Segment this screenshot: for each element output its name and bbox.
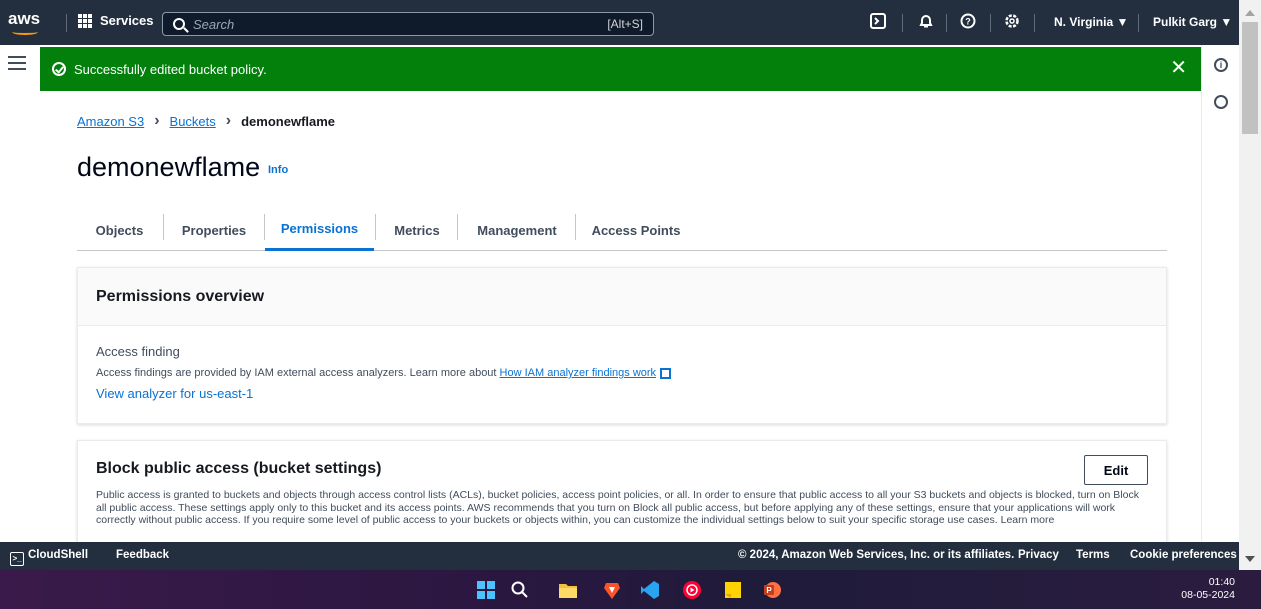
tab-metrics[interactable]: Metrics: [376, 209, 458, 251]
block-public-access-card: Block public access (bucket settings) Ed…: [77, 440, 1167, 550]
top-navigation: aws Services Search [Alt+S] ? N. Virgini…: [0, 0, 1239, 45]
tab-management[interactable]: Management: [458, 209, 576, 251]
permissions-overview-title: Permissions overview: [78, 268, 1166, 326]
sticky-notes-icon[interactable]: [723, 580, 743, 600]
nav-divider: [902, 14, 903, 32]
aws-logo[interactable]: aws: [8, 9, 52, 37]
services-button[interactable]: Services: [78, 13, 154, 28]
info-link[interactable]: Info: [268, 164, 288, 176]
cloudshell-icon: >_: [10, 552, 24, 566]
notifications-bell-icon[interactable]: [916, 13, 936, 33]
region-selector[interactable]: N. Virginia ▼: [1054, 15, 1128, 29]
clock-date: 08-05-2024: [1181, 589, 1235, 601]
search-placeholder: Search: [193, 16, 235, 32]
edit-button[interactable]: Edit: [1084, 455, 1148, 485]
search-input[interactable]: Search [Alt+S]: [162, 12, 654, 36]
clock-time: 01:40: [1208, 576, 1235, 588]
breadcrumb-separator-icon: ›: [154, 112, 160, 129]
success-flash-banner: Successfully edited bucket policy. ✕: [40, 47, 1201, 91]
search-icon[interactable]: [510, 580, 530, 600]
aws-logo-text: aws: [8, 9, 41, 28]
iam-analyzer-link[interactable]: How IAM analyzer findings work: [500, 367, 657, 379]
cloudshell-label: CloudShell: [28, 549, 89, 561]
youtube-music-icon[interactable]: [682, 580, 702, 600]
feedback-link[interactable]: Feedback: [116, 549, 169, 561]
flash-message: Successfully edited bucket policy.: [74, 61, 267, 77]
copyright-text: © 2024, Amazon Web Services, Inc. or its…: [738, 549, 1015, 561]
help-icon[interactable]: ?: [958, 13, 978, 33]
nav-divider: [66, 14, 67, 32]
bucket-tabs: Objects Properties Permissions Metrics M…: [77, 209, 1167, 251]
tab-permissions[interactable]: Permissions: [265, 209, 374, 251]
view-analyzer-link[interactable]: View analyzer for us-east-1: [96, 386, 1148, 401]
access-finding-text: Access findings are provided by IAM exte…: [96, 367, 500, 379]
access-finding-label: Access finding: [96, 344, 180, 359]
scroll-down-arrow-icon[interactable]: [1245, 556, 1255, 562]
breadcrumb-buckets[interactable]: Buckets: [170, 114, 216, 129]
file-explorer-icon[interactable]: [558, 580, 578, 600]
tab-properties[interactable]: Properties: [165, 209, 263, 251]
services-label: Services: [100, 13, 154, 28]
account-menu[interactable]: Pulkit Garg ▼: [1153, 15, 1232, 29]
tools-panel: i: [1201, 45, 1239, 542]
tab-access-points[interactable]: Access Points: [576, 209, 696, 251]
terms-link[interactable]: Terms: [1076, 549, 1110, 561]
console-footer: >_ CloudShell Feedback © 2024, Amazon Web…: [0, 542, 1239, 570]
aws-smile-icon: [12, 29, 38, 35]
svg-text:P: P: [766, 586, 772, 595]
breadcrumb-current: demonewflame: [241, 113, 336, 129]
tab-divider: [163, 214, 164, 240]
privacy-link[interactable]: Privacy: [1018, 549, 1059, 561]
nav-divider: [1138, 14, 1139, 32]
scroll-up-arrow-icon[interactable]: [1245, 10, 1255, 16]
tab-objects[interactable]: Objects: [77, 209, 162, 251]
settings-gear-icon[interactable]: [1002, 13, 1022, 33]
block-public-access-title: Block public access (bucket settings): [96, 460, 382, 477]
cloudshell-button[interactable]: >_ CloudShell: [10, 549, 88, 566]
cloudshell-panel-icon[interactable]: [1214, 95, 1228, 109]
page-title: demonewflame: [77, 152, 261, 182]
close-icon[interactable]: ✕: [1170, 58, 1187, 78]
scroll-thumb[interactable]: [1242, 22, 1258, 134]
success-check-icon: [52, 62, 66, 76]
external-link-icon: [660, 367, 672, 379]
info-panel-icon[interactable]: i: [1214, 58, 1228, 72]
cloudshell-icon[interactable]: [868, 13, 888, 33]
search-icon: [173, 18, 185, 30]
windows-start-icon[interactable]: [476, 580, 496, 600]
block-public-access-description: Public access is granted to buckets and …: [96, 489, 1139, 526]
nav-divider: [1034, 14, 1035, 32]
svg-text:?: ?: [965, 17, 971, 27]
breadcrumb-amazon-s3[interactable]: Amazon S3: [77, 114, 144, 129]
windows-taskbar: P 01:40 08-05-2024: [0, 570, 1261, 609]
breadcrumb: Amazon S3 › Buckets › demonewflame: [77, 112, 335, 130]
side-navigation-toggle-icon[interactable]: [8, 56, 26, 70]
nav-divider: [946, 14, 947, 32]
permissions-overview-card: Permissions overview Access finding Acce…: [77, 267, 1167, 424]
brave-browser-icon[interactable]: [602, 580, 622, 600]
cookie-preferences-link[interactable]: Cookie preferences: [1130, 549, 1237, 561]
page-scrollbar[interactable]: [1239, 0, 1261, 570]
breadcrumb-separator-icon: ›: [225, 112, 232, 129]
system-clock[interactable]: 01:40 08-05-2024: [1181, 576, 1235, 602]
search-shortcut: [Alt+S]: [607, 17, 643, 31]
powerpoint-icon[interactable]: P: [762, 580, 782, 600]
vscode-icon[interactable]: [640, 580, 660, 600]
nav-divider: [990, 14, 991, 32]
services-grid-icon: [78, 13, 92, 28]
access-finding-description: Access findings are provided by IAM exte…: [96, 367, 1148, 379]
